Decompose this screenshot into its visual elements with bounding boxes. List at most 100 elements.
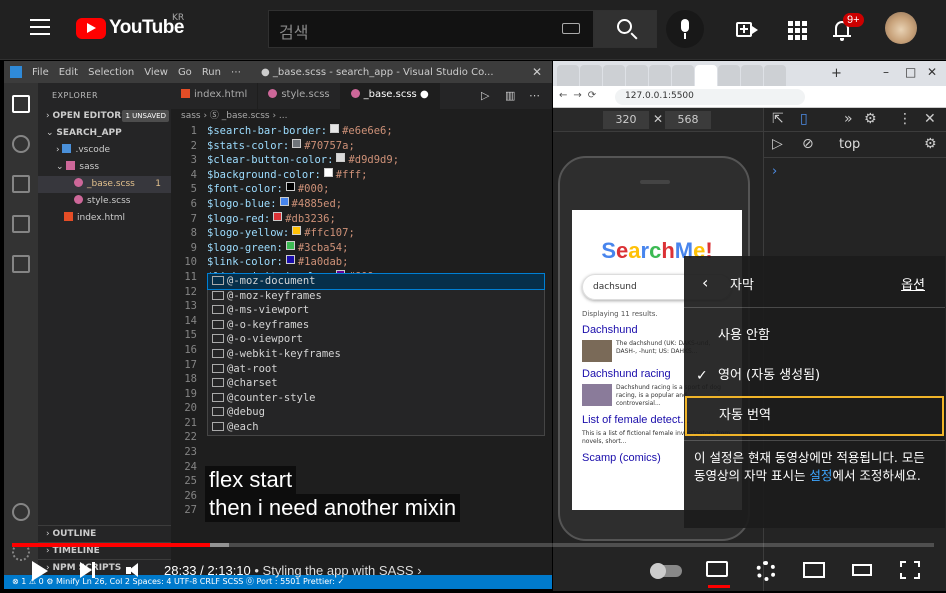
autoplay-toggle[interactable] (650, 563, 682, 579)
color-swatch-icon[interactable] (292, 226, 302, 236)
menu-selection[interactable]: Selection (88, 67, 134, 78)
browser-tab[interactable] (741, 65, 763, 86)
color-swatch-icon[interactable] (330, 124, 340, 133)
close-icon[interactable]: ✕ (924, 111, 936, 127)
fullscreen-button[interactable] (900, 561, 920, 579)
context-selector[interactable]: top (839, 137, 860, 152)
code-line[interactable]: 9 $logo-green: #3cba54; (171, 240, 552, 256)
suggestion-item[interactable]: @debug (208, 405, 544, 420)
color-swatch-icon[interactable] (279, 196, 289, 206)
options-link[interactable]: 옵션 (901, 274, 925, 293)
search-icon[interactable] (12, 135, 30, 153)
suggestion-item[interactable]: @-ms-viewport (208, 303, 544, 318)
tab-index-html[interactable]: index.html (171, 83, 259, 109)
suggestion-item[interactable]: @counter-style (208, 391, 544, 406)
tree-item-index-html[interactable]: index.html (38, 210, 171, 227)
tree-item-sass[interactable]: ⌄ sass (38, 159, 171, 176)
tree-item-style-scss[interactable]: style.scss (38, 193, 171, 210)
color-swatch-icon[interactable] (273, 211, 283, 221)
color-swatch-icon[interactable] (292, 138, 302, 148)
navigation-icons[interactable]: ←→⟳ (559, 90, 602, 101)
progress-bar[interactable] (12, 543, 934, 547)
menu-more[interactable]: ⋯ (231, 67, 241, 78)
address-bar[interactable]: 127.0.0.1:5500 (615, 89, 805, 105)
color-swatch-icon[interactable] (336, 153, 346, 163)
suggestion-item[interactable]: @at-root (208, 362, 544, 377)
browser-tab[interactable] (580, 65, 602, 86)
suggestion-item[interactable]: @-moz-keyframes (208, 289, 544, 304)
settings-link[interactable]: 설정 (809, 468, 832, 483)
console-prompt-icon[interactable]: › (772, 164, 777, 179)
code-line[interactable]: 6 $logo-blue: #4885ed; (171, 196, 552, 212)
back-chevron-icon[interactable]: ‹ (702, 273, 708, 292)
create-video-icon[interactable] (734, 18, 758, 42)
youtube-logo[interactable]: YouTube KR (76, 13, 184, 39)
play-button[interactable] (32, 561, 48, 581)
browser-tab[interactable] (557, 65, 579, 86)
color-swatch-icon[interactable] (323, 167, 333, 177)
browser-tab[interactable] (626, 65, 648, 86)
menu-go[interactable]: Go (178, 67, 192, 78)
menu-file[interactable]: File (32, 67, 49, 78)
keyboard-icon[interactable] (562, 23, 580, 34)
code-line[interactable]: 7 $logo-red: #db3236; (171, 211, 552, 227)
run-debug-icon[interactable] (12, 215, 30, 233)
tree-item-search-app[interactable]: ⌄ SEARCH_APP (38, 125, 171, 142)
run-icon[interactable]: ▷ (481, 89, 489, 102)
clear-console-icon[interactable]: ⊘ (802, 136, 814, 152)
suggestion-item[interactable]: @-o-keyframes (208, 318, 544, 333)
color-swatch-icon[interactable] (285, 255, 295, 265)
theater-mode-button[interactable] (852, 564, 872, 576)
source-control-icon[interactable] (12, 175, 30, 193)
suggestion-item[interactable]: @-webkit-keyframes (208, 347, 544, 362)
code-line[interactable]: 3 $clear-button-color: #d9d9d9; (171, 153, 552, 168)
suggestion-item[interactable]: @charset (208, 376, 544, 391)
split-editor-icon[interactable]: ▥ (505, 89, 515, 102)
voice-search-button[interactable] (666, 10, 704, 48)
outline-section[interactable]: › OUTLINE (38, 525, 171, 542)
chapter-title[interactable]: • Styling the app with SASS (254, 563, 413, 578)
tab-style-scss[interactable]: style.scss (258, 83, 341, 109)
inspect-element-icon[interactable]: ⇱ (772, 111, 784, 127)
browser-tab[interactable] (649, 65, 671, 86)
apps-grid-icon[interactable] (785, 18, 809, 42)
code-line[interactable]: 1 $search-bar-border: #e6e6e6; (171, 124, 552, 139)
settings-button[interactable] (756, 561, 776, 581)
browser-tab-active[interactable] (695, 65, 717, 86)
minimize-icon[interactable]: – (883, 65, 889, 79)
suggestion-item[interactable]: @-o-viewport (208, 332, 544, 347)
close-icon[interactable]: ✕ (532, 65, 542, 79)
miniplayer-button[interactable] (803, 562, 825, 578)
explorer-icon[interactable] (12, 95, 30, 113)
sidebar-toggle-icon[interactable]: ▷ (772, 136, 783, 152)
breadcrumb[interactable]: sass › Ⓢ _base.scss › ... (171, 109, 552, 123)
menu-view[interactable]: View (144, 67, 168, 78)
code-line[interactable]: 5 $font-color: #000; (171, 182, 552, 197)
new-tab-icon[interactable]: + (831, 66, 842, 81)
more-tabs-icon[interactable]: » (844, 111, 853, 127)
kebab-menu-icon[interactable]: ⋮ (898, 111, 912, 127)
tree-item-base-scss[interactable]: _base.scss 1 (38, 176, 171, 193)
settings-gear-icon[interactable]: ⚙ (864, 111, 877, 127)
tree-item-vscode[interactable]: › .vscode (38, 142, 171, 159)
menu-run[interactable]: Run (202, 67, 221, 78)
console-settings-icon[interactable]: ⚙ (924, 136, 937, 152)
chapter-arrow[interactable]: › (417, 563, 421, 578)
caption-option-off[interactable]: 사용 안함 (684, 316, 945, 356)
suggestion-item[interactable]: @each (208, 420, 544, 435)
browser-tab[interactable] (672, 65, 694, 86)
subtitles-button[interactable] (706, 561, 730, 588)
tab-base-scss[interactable]: _base.scss ● (340, 83, 440, 109)
menu-icon[interactable] (30, 19, 50, 40)
device-toggle-icon[interactable]: ▯ (800, 111, 808, 127)
search-input[interactable]: 검색 (268, 10, 594, 48)
close-icon[interactable]: ✕ (927, 65, 937, 79)
open-editors-section[interactable]: › OPEN EDITORS 1 UNSAVED (38, 108, 171, 125)
code-line[interactable]: 10 $link-color: #1a0dab; (171, 255, 552, 270)
more-actions-icon[interactable]: ⋯ (529, 89, 540, 102)
menu-edit[interactable]: Edit (59, 67, 78, 78)
code-line[interactable]: 4 $background-color: #fff; (171, 167, 552, 183)
avatar[interactable] (885, 12, 917, 44)
width-input[interactable]: 320 (603, 111, 649, 129)
suggestion-item[interactable]: @-moz-document (207, 273, 545, 290)
